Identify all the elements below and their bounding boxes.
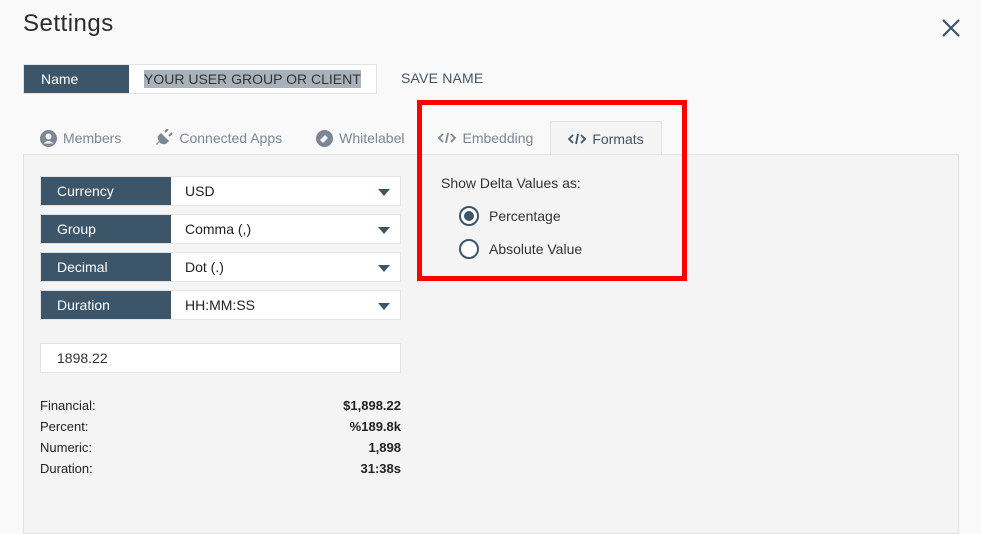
tab-label: Connected Apps xyxy=(179,130,283,146)
tab-whitelabel[interactable]: Whitelabel xyxy=(299,121,421,155)
delta-values-group: Show Delta Values as: Percentage Absolut… xyxy=(441,175,582,265)
close-icon xyxy=(942,19,960,37)
currency-select[interactable]: Currency USD xyxy=(40,176,401,206)
radio-unchecked-icon xyxy=(459,238,479,259)
code-icon xyxy=(568,133,587,145)
tab-label: Formats xyxy=(592,130,644,147)
format-preview: Financial: $1,898.22 Percent: %189.8k Nume… xyxy=(40,395,401,479)
brush-icon xyxy=(316,129,334,147)
caret-down-icon xyxy=(378,303,390,310)
name-label: Name xyxy=(24,65,129,93)
select-label: Group xyxy=(41,215,171,243)
caret-down-icon xyxy=(378,189,390,196)
tab-label: Embedding xyxy=(462,130,534,146)
select-value-text: Comma (,) xyxy=(185,221,252,237)
radio-checked-icon xyxy=(459,205,479,226)
preview-duration: Duration: 31:38s xyxy=(40,458,401,479)
plug-icon xyxy=(155,129,174,147)
duration-select[interactable]: Duration HH:MM:SS xyxy=(40,290,401,320)
formats-panel: Currency USD Group Comma (,) Decimal Dot… xyxy=(23,154,959,534)
select-value[interactable]: Comma (,) xyxy=(171,215,400,243)
radio-percentage[interactable]: Percentage xyxy=(459,199,582,232)
preview-value: %189.8k xyxy=(349,419,401,434)
preview-numeric: Numeric: 1,898 xyxy=(40,437,401,458)
preview-label: Percent: xyxy=(40,419,89,434)
tab-formats[interactable]: Formats xyxy=(550,121,662,155)
caret-down-icon xyxy=(378,265,390,272)
select-label: Currency xyxy=(41,177,171,205)
select-value[interactable]: Dot (.) xyxy=(171,253,400,281)
preview-percent: Percent: %189.8k xyxy=(40,416,401,437)
preview-value: 1,898 xyxy=(368,440,401,455)
radio-absolute-value[interactable]: Absolute Value xyxy=(459,232,582,265)
preview-value: $1,898.22 xyxy=(343,398,401,413)
close-button[interactable] xyxy=(940,17,962,39)
select-label: Decimal xyxy=(41,253,171,281)
select-label: Duration xyxy=(41,291,171,319)
radio-label: Absolute Value xyxy=(489,240,583,257)
tab-label: Whitelabel xyxy=(339,130,405,146)
radio-label: Percentage xyxy=(489,207,561,224)
name-input-value: YOUR USER GROUP OR CLIENT xyxy=(144,70,361,88)
select-value[interactable]: HH:MM:SS xyxy=(171,291,400,319)
select-value-text: HH:MM:SS xyxy=(185,297,255,313)
decimal-select[interactable]: Decimal Dot (.) xyxy=(40,252,401,282)
preview-label: Duration: xyxy=(40,461,93,476)
sample-number-input[interactable]: 1898.22 xyxy=(40,343,401,373)
preview-financial: Financial: $1,898.22 xyxy=(40,395,401,416)
preview-value: 31:38s xyxy=(360,461,401,476)
preview-label: Numeric: xyxy=(40,440,93,455)
caret-down-icon xyxy=(378,227,390,234)
tab-embedding[interactable]: Embedding xyxy=(421,121,550,155)
save-name-button[interactable]: SAVE NAME xyxy=(401,70,483,86)
tab-bar: Members Connected Apps Whitelabel Embedd… xyxy=(23,121,662,155)
code-icon xyxy=(438,132,457,144)
name-input[interactable]: YOUR USER GROUP OR CLIENT xyxy=(129,65,376,93)
group-select[interactable]: Group Comma (,) xyxy=(40,214,401,244)
tab-members[interactable]: Members xyxy=(23,121,138,155)
name-row: Name YOUR USER GROUP OR CLIENT xyxy=(23,64,377,94)
user-circle-icon xyxy=(40,129,57,147)
tab-connected-apps[interactable]: Connected Apps xyxy=(138,121,299,155)
select-value[interactable]: USD xyxy=(171,177,400,205)
page-title: Settings xyxy=(23,10,114,37)
delta-heading: Show Delta Values as: xyxy=(441,175,581,191)
select-value-text: USD xyxy=(185,183,215,199)
preview-label: Financial: xyxy=(40,398,96,413)
select-value-text: Dot (.) xyxy=(185,259,224,275)
tab-label: Members xyxy=(63,130,122,146)
